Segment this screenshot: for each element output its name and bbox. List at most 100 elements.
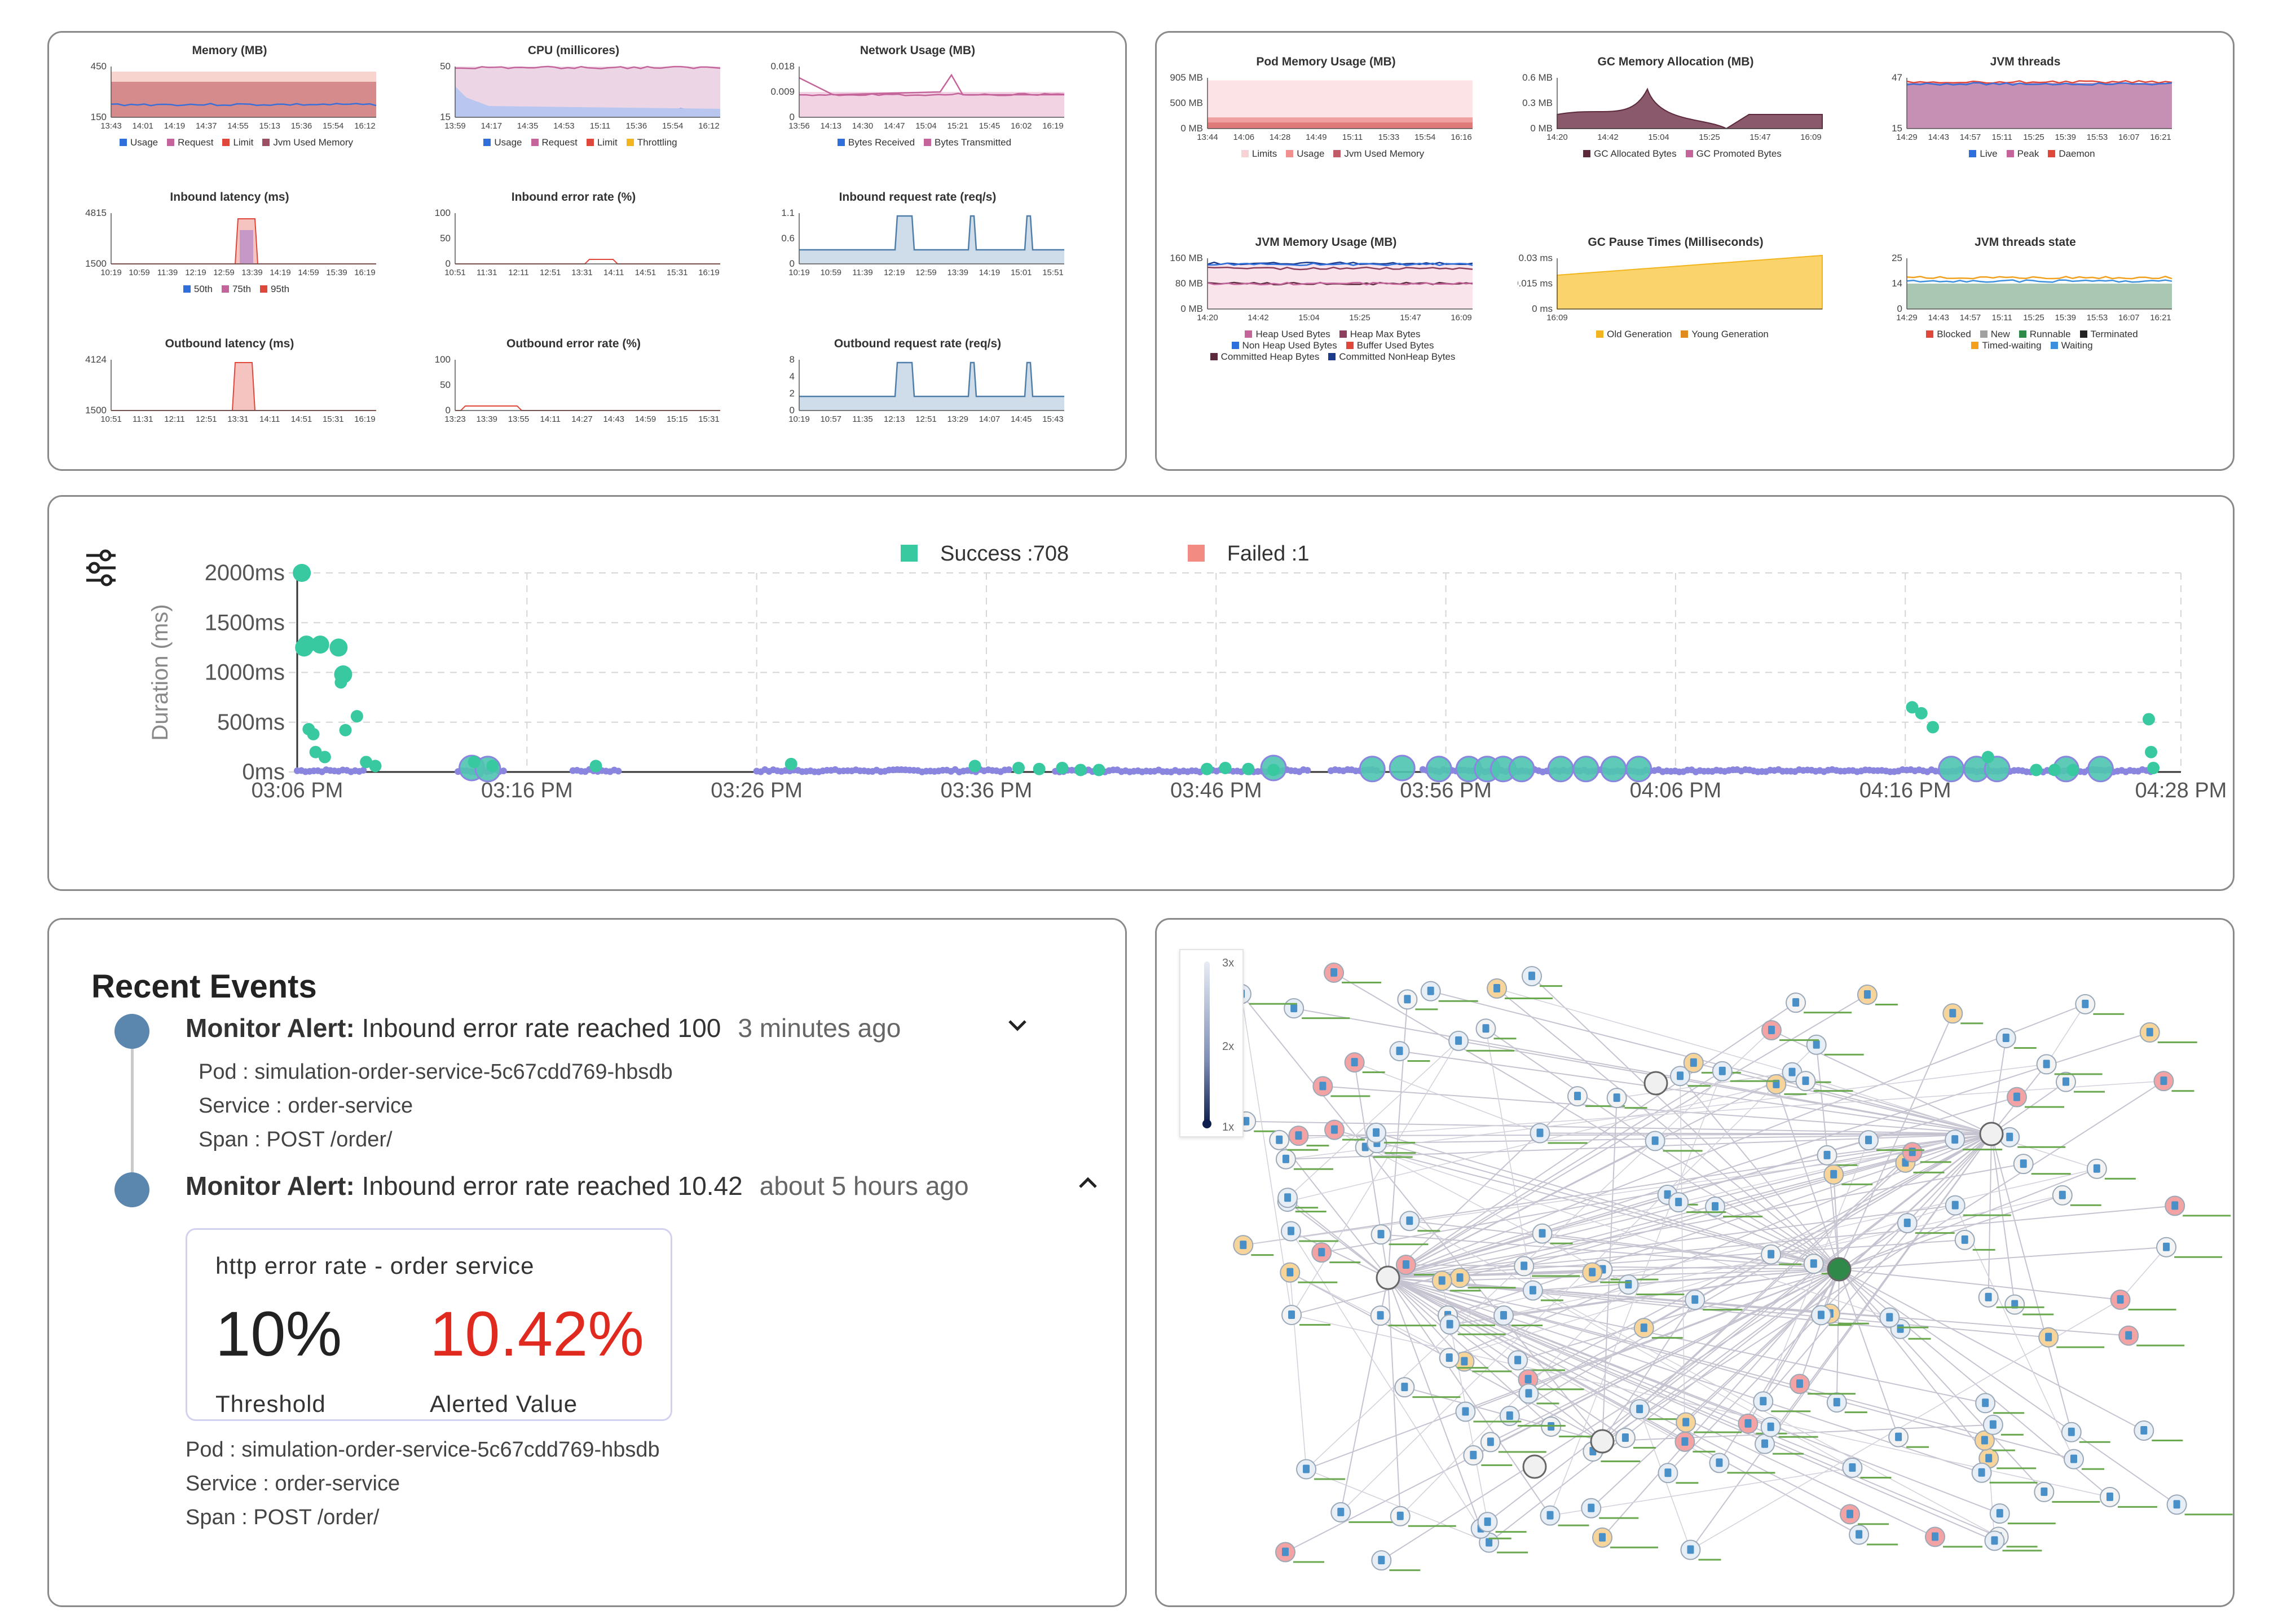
legend-item[interactable]: Limit [222,137,253,148]
service-node-label [1550,1242,1573,1245]
legend-item[interactable]: Buffer Used Bytes [1346,340,1434,351]
legend-item[interactable]: Committed NonHeap Bytes [1328,351,1455,363]
service-node-label [1540,1299,1563,1301]
mem-chart[interactable]: Memory (MB) 450 150 13:43 14:01 14:19 14:37 14:… [72,44,387,179]
legend-item[interactable]: Heap Used Bytes [1245,329,1330,340]
legend-item[interactable]: Throttling [626,137,677,148]
legend-label: Limits [1251,148,1277,159]
service-node-label [1686,1211,1726,1213]
net-chart[interactable]: Network Usage (MB) 0.018 0.009 0 13:56 14:13 1… [760,44,1076,179]
zoom-control[interactable]: 3x 2x 1x [1179,949,1244,1137]
legend-item[interactable]: Usage [483,137,522,148]
service-node-label [1249,1003,1297,1005]
trace-duration-scatter[interactable]: 2000ms1500ms1000ms500ms0ms03:06 PM 03:16 … [49,548,2232,886]
trace-point [968,760,981,773]
legend-label: Timed-waiting [1982,340,2042,351]
inerr-chart[interactable]: Inbound error rate (%) 100 50 0 10:51 11:31 12… [416,191,731,326]
service-node-label [1908,1338,1931,1340]
service-node-label [2183,1215,2231,1217]
legend-item[interactable]: Jvm Used Memory [262,137,353,148]
legend-item[interactable]: 95th [260,284,289,295]
legend-item[interactable]: New [1980,329,2010,340]
legend-item[interactable]: Terminated [2079,329,2138,340]
legend-item[interactable]: Bytes Transmitted [924,137,1011,148]
legend-item[interactable]: Bytes Received [837,137,915,148]
hub-node [1643,1071,1668,1096]
service-node-icon [1337,1507,1345,1516]
trace-point [369,760,382,773]
service-node-label [1540,985,1563,987]
trace-point [1092,764,1105,776]
legend-item[interactable]: Daemon [2048,148,2095,160]
outerr-chart[interactable]: Outbound error rate (%) 100 50 0 13:23 13:39 1… [416,337,731,469]
legend-item[interactable]: Limits [1241,148,1277,160]
legend-item[interactable]: Jvm Used Memory [1333,148,1424,160]
podmem-chart[interactable]: Pod Memory Usage (MB) 905 MB 500 MB 0 MB 13:… [1168,55,1484,191]
y-tick-label: 160 MB [1170,253,1203,263]
legend-label: Committed Heap Bytes [1220,351,1320,362]
alert-value-card: http error rate - order service 10% 10.4… [186,1228,672,1421]
legend-item[interactable]: Blocked [1926,329,1971,340]
legend-item[interactable]: Usage [1286,148,1324,160]
threshold-label: Threshold [215,1391,326,1417]
x-tick-label: 15:36 [291,121,312,131]
threadstate-chart[interactable]: JVM threads state 25 14 0 14:29 14:43 14:57 15:… [1867,236,2183,371]
zoom-thumb[interactable] [1202,1119,1211,1128]
service-node-icon [1331,1125,1338,1134]
legend-item[interactable]: Waiting [2050,340,2093,351]
y-tick-label: 1000ms [205,660,285,685]
legend-item[interactable]: Peak [2006,148,2039,160]
chart-title: JVM threads [1990,55,2061,68]
legend-label: 50th [193,284,213,294]
legend-item[interactable]: Committed Heap Bytes [1210,351,1320,363]
event-header[interactable]: Monitor Alert: Inbound error rate reache… [186,1171,969,1201]
chevron-up-icon[interactable] [1076,1171,1100,1202]
y-tick-label: 1500ms [205,610,285,635]
y-tick-label: 500ms [217,710,285,735]
legend-item[interactable]: Heap Max Bytes [1339,329,1421,340]
legend-item[interactable]: 75th [221,284,251,295]
service-node-icon [1493,983,1501,992]
jvmmem-chart[interactable]: JVM Memory Usage (MB) 160 MB 80 MB 0 MB 14:2… [1168,236,1484,371]
legend-item[interactable]: Young Generation [1681,329,1769,340]
legend-item[interactable]: GC Promoted Bytes [1685,148,1782,160]
legend-item[interactable]: Runnable [2019,329,2071,340]
outreq-chart[interactable]: Outbound request rate (req/s) 8 4 2 0 10:19 10… [760,337,1076,469]
legend-swatch [1231,342,1239,349]
x-tick-label: 15:54 [662,121,684,131]
series-line [1906,80,2172,84]
gcpause-chart[interactable]: GC Pause Times (Milliseconds) 0.03 ms 0.01… [1518,236,1834,371]
legend-item[interactable]: Old Generation [1596,329,1672,340]
chart-legend: Usage Request Limit Throttling [438,137,731,148]
legend-label: Young Generation [1691,329,1769,339]
x-tick-label: 14:59 [298,268,319,277]
service-node-label [1636,1293,1685,1295]
legend-item[interactable]: Non Heap Used Bytes [1231,340,1337,351]
trace-point [1219,761,1232,774]
service-node-label [1676,1482,1699,1484]
trace-point [1938,756,1965,783]
cpu-chart[interactable]: CPU (millicores) 50 15 13:59 14:17 14:35 14:53… [416,44,731,179]
chevron-down-icon[interactable] [1005,1013,1030,1044]
legend-item[interactable]: Limit [586,137,618,148]
legend-item[interactable]: 50th [183,284,213,295]
legend-item[interactable]: Live [1969,148,1998,160]
inreq-chart[interactable]: Inbound request rate (req/s) 1.1 0.6 0 10:19… [760,191,1076,326]
outlat-chart[interactable]: Outbound latency (ms) 4124 1500 10:51 11:31 1… [72,337,387,469]
service-dependency-graph[interactable] [1157,920,2233,1605]
jvmthreads-chart[interactable]: JVM threads 47 15 14:29 14:43 14:57 15:11 15:25… [1867,55,2183,191]
legend-item[interactable]: Usage [119,137,158,148]
legend-item[interactable]: GC Allocated Bytes [1583,148,1677,160]
event-header[interactable]: Monitor Alert: Inbound error rate reache… [186,1013,901,1043]
legend-item[interactable]: Timed-waiting [1971,340,2042,351]
y-tick-label: 50 [440,233,451,244]
inlat-chart[interactable]: Inbound latency (ms) 4815 1500 10:19 10:59 11… [72,191,387,326]
zoom-track[interactable] [1204,961,1210,1125]
x-tick-label: 15:54 [323,121,344,131]
legend-item[interactable]: Request [531,137,578,148]
legend-swatch [119,139,127,146]
service-node-label [2022,1313,2054,1316]
legend-item[interactable]: Request [167,137,213,148]
trace-point [318,751,331,764]
gcalloc-chart[interactable]: GC Memory Allocation (MB) 0.6 MB 0.3 MB 0 M… [1518,55,1834,191]
